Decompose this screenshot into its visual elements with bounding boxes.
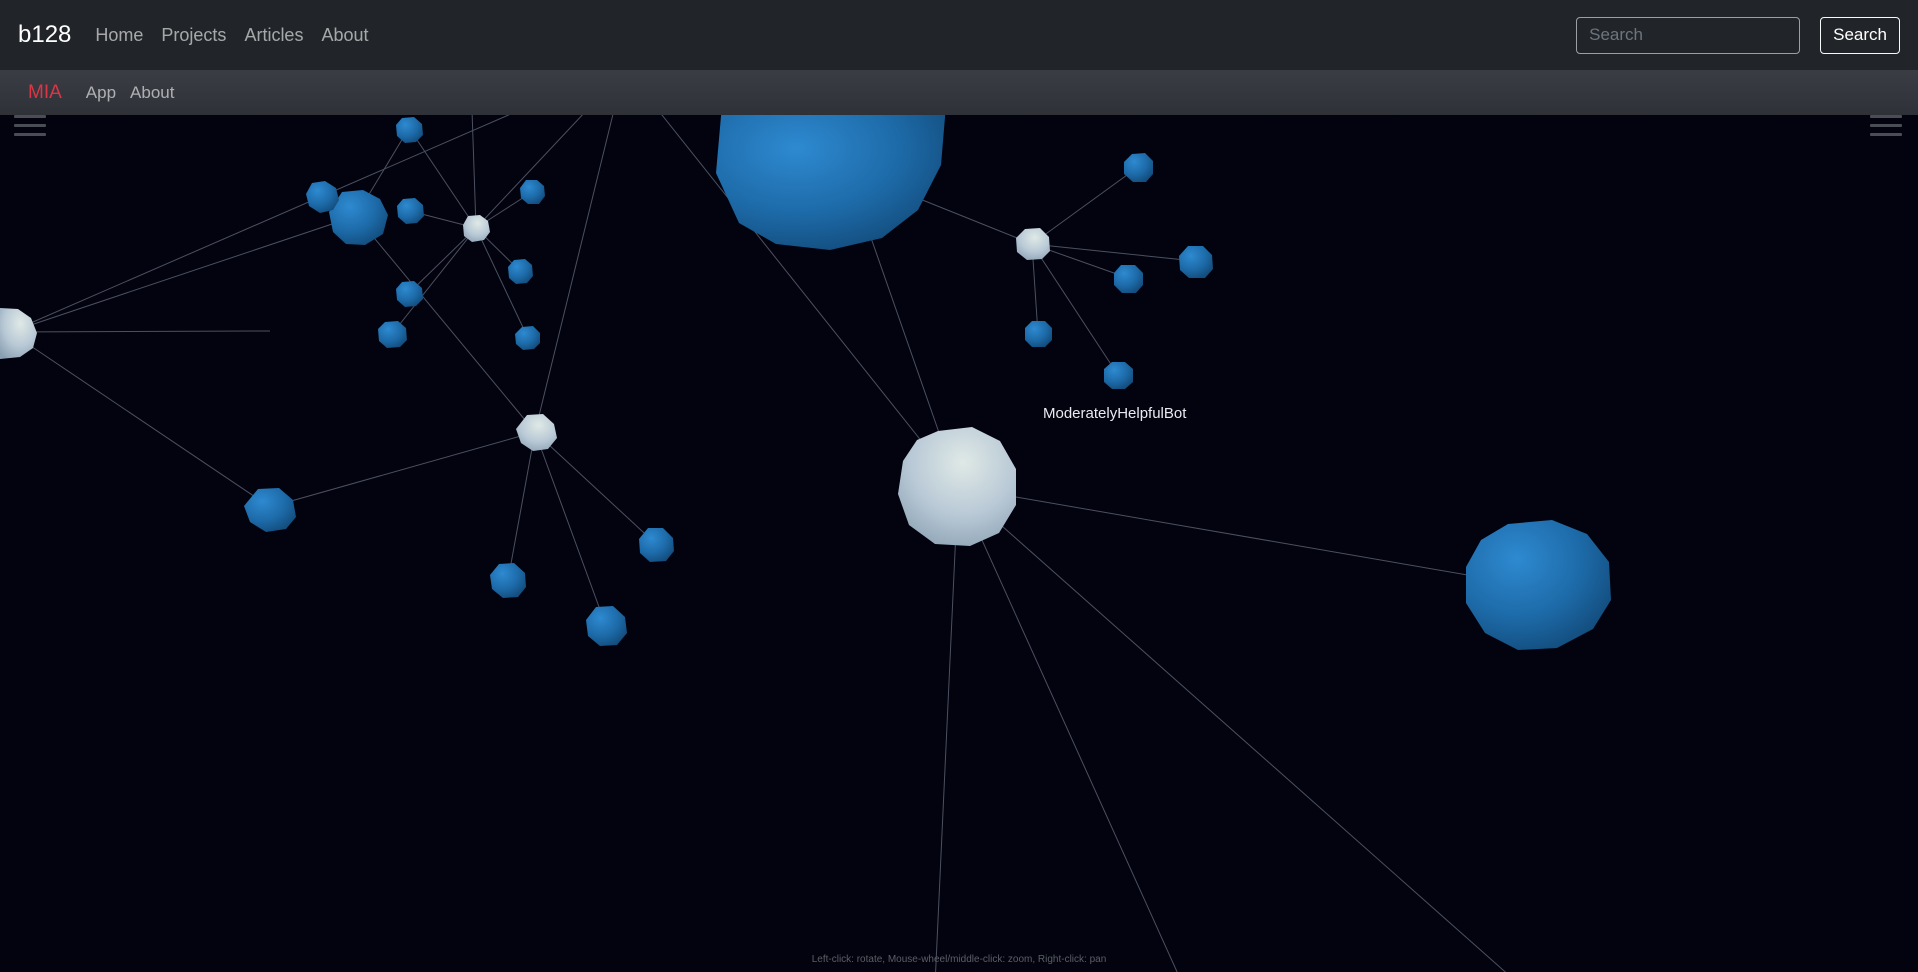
graph-link (935, 486, 959, 972)
graph-link (9, 330, 271, 333)
graph-node[interactable] (378, 321, 407, 348)
graph-link (1031, 166, 1139, 245)
graph-link (269, 431, 536, 508)
graph-link (909, 194, 1033, 245)
graph-link (9, 215, 357, 333)
graph-link (355, 215, 536, 433)
graph-node[interactable] (1179, 246, 1213, 278)
graph-node[interactable] (520, 180, 545, 204)
graph-link (391, 227, 477, 335)
app-nav-link-about[interactable]: About (130, 83, 174, 103)
graph-link (408, 227, 477, 294)
graph-node[interactable] (1104, 362, 1133, 389)
search-form: Search (1576, 16, 1900, 54)
top-navbar: b128 Home Projects Articles About Search (0, 0, 1918, 70)
graph-link (507, 431, 536, 581)
graph-node[interactable] (586, 606, 627, 646)
graph-links (9, 115, 1538, 972)
graph-node[interactable] (1124, 153, 1153, 182)
graph-node[interactable] (639, 528, 674, 562)
hovered-node-label: ModeratelyHelpfulBot (1043, 405, 1187, 422)
graph-node[interactable] (516, 414, 557, 451)
graph-node[interactable] (0, 308, 37, 359)
search-input[interactable] (1576, 16, 1801, 54)
graph-node[interactable] (490, 563, 526, 598)
graph-node[interactable] (397, 198, 424, 224)
graph-nodes[interactable] (0, 115, 1611, 650)
nav-link-projects[interactable]: Projects (161, 25, 226, 46)
graph-link (9, 115, 510, 333)
nav-link-articles[interactable]: Articles (244, 25, 303, 46)
graph-node[interactable] (396, 281, 423, 307)
graph-link (534, 431, 607, 627)
network-graph[interactable] (0, 115, 1918, 972)
left-menu-icon[interactable] (14, 115, 48, 143)
graph-link (475, 115, 583, 229)
controls-help-text: Left-click: rotate, Mouse-wheel/middle-c… (811, 954, 1107, 965)
graph-link (471, 115, 477, 229)
nav-link-about[interactable]: About (321, 25, 368, 46)
graph-link (9, 331, 271, 508)
graph-node[interactable] (716, 115, 946, 250)
site-brand[interactable]: b128 (18, 21, 71, 49)
graph-canvas[interactable]: ModeratelyHelpfulBot Left-click: rotate,… (0, 115, 1918, 972)
graph-link (534, 115, 614, 433)
graph-link (1031, 243, 1119, 376)
search-button[interactable]: Search (1820, 16, 1900, 54)
graph-node[interactable] (306, 181, 339, 213)
graph-node[interactable] (1025, 321, 1052, 347)
graph-node[interactable] (515, 326, 540, 350)
app-brand[interactable]: MIA (28, 82, 62, 104)
graph-node[interactable] (508, 259, 533, 284)
right-menu-icon[interactable] (1870, 115, 1904, 143)
graph-link (957, 486, 1507, 972)
app-navbar: MIA App About (0, 70, 1918, 115)
graph-link (534, 431, 657, 545)
graph-link (957, 486, 1538, 588)
graph-node[interactable] (1114, 265, 1143, 293)
graph-node[interactable] (1016, 228, 1050, 260)
graph-link (957, 486, 1178, 972)
graph-node[interactable] (396, 117, 423, 143)
app-nav-link-app[interactable]: App (86, 83, 116, 103)
nav-link-home[interactable]: Home (95, 25, 143, 46)
graph-node[interactable] (1466, 520, 1611, 650)
graph-node[interactable] (898, 427, 1016, 546)
